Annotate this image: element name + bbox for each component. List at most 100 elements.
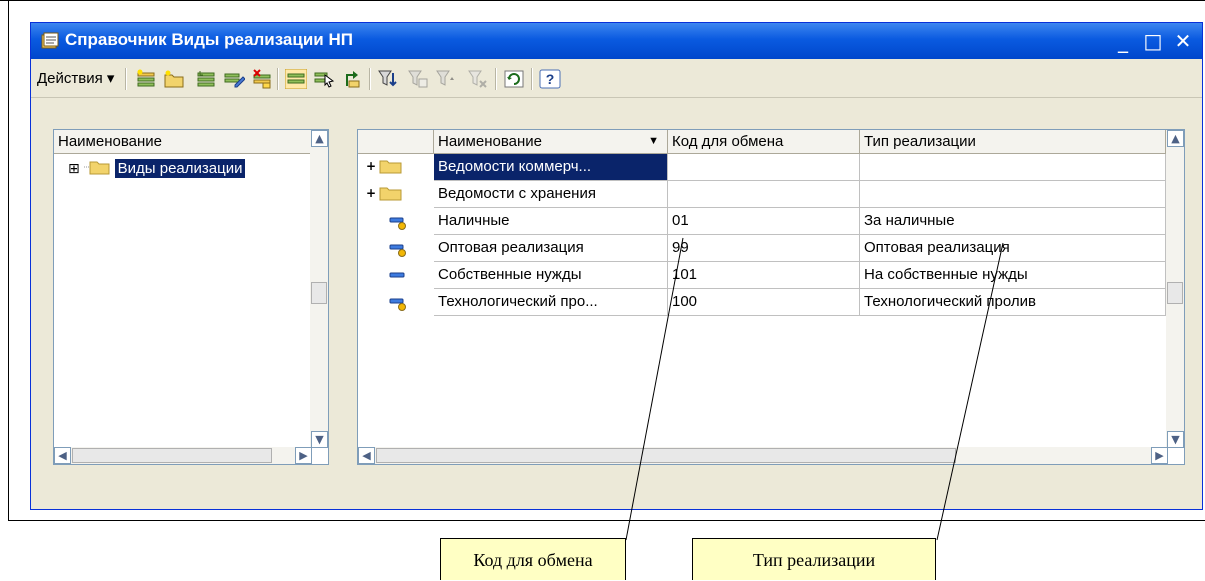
- svg-text:?: ?: [546, 71, 555, 87]
- row-icon-cell: [358, 208, 434, 235]
- scroll-up-icon[interactable]: ▲: [1167, 130, 1184, 147]
- cell-name[interactable]: Наличные: [434, 208, 668, 235]
- scroll-thumb[interactable]: [1167, 282, 1183, 304]
- minimize-icon[interactable]: _: [1110, 28, 1136, 54]
- tree-horizontal-scrollbar[interactable]: ◀ ▶: [54, 447, 312, 464]
- title-bar[interactable]: Справочник Виды реализации НП _ □ ✕: [31, 23, 1202, 59]
- scroll-thumb[interactable]: [311, 282, 327, 304]
- scroll-down-icon[interactable]: ▼: [311, 431, 328, 448]
- help-icon[interactable]: ?: [539, 69, 561, 89]
- row-icon-cell: +: [358, 181, 434, 208]
- toolbar-separator: [125, 68, 127, 90]
- row-icon-cell: [358, 235, 434, 262]
- scroll-down-icon[interactable]: ▼: [1167, 431, 1184, 448]
- tree-panel: Наименование ⊞ Виды реализации ▲ ▼ ◀ ▶: [53, 129, 329, 465]
- cell-type[interactable]: [860, 154, 1166, 181]
- item-icon: [389, 244, 406, 257]
- table-row[interactable]: Технологический про... 100 Технологический…: [358, 289, 1168, 316]
- cell-code[interactable]: 101: [668, 262, 860, 289]
- column-header-label: Наименование: [438, 133, 542, 150]
- row-icon-cell: [358, 289, 434, 316]
- svg-text:+: +: [366, 186, 376, 200]
- cell-type[interactable]: Технологический пролив: [860, 289, 1166, 316]
- close-icon[interactable]: ✕: [1170, 28, 1196, 54]
- item-dash-icon: [389, 272, 405, 278]
- column-header-name[interactable]: Наименование ▼: [434, 130, 668, 154]
- toolbar-separator: [369, 68, 371, 90]
- cell-name[interactable]: Ведомости коммерч...: [434, 154, 668, 181]
- cell-code[interactable]: [668, 181, 860, 208]
- scroll-left-icon[interactable]: ◀: [358, 447, 375, 464]
- maximize-icon[interactable]: □: [1140, 28, 1166, 54]
- toolbar-separator: [277, 68, 279, 90]
- scroll-thumb[interactable]: [376, 448, 956, 463]
- tree-header[interactable]: Наименование: [54, 130, 312, 154]
- scroll-thumb[interactable]: [72, 448, 272, 463]
- cell-name[interactable]: Технологический про...: [434, 289, 668, 316]
- scroll-up-icon[interactable]: ▲: [311, 130, 328, 147]
- expand-icon[interactable]: ⊞: [68, 161, 80, 177]
- folder-icon: [84, 161, 110, 175]
- copy-icon[interactable]: [195, 69, 217, 89]
- cell-type[interactable]: Оптовая реализация: [860, 235, 1166, 262]
- cell-name[interactable]: Собственные нужды: [434, 262, 668, 289]
- tree-item-root[interactable]: ⊞ Виды реализации: [68, 158, 246, 180]
- row-icon-cell: +: [358, 154, 434, 181]
- toolbar-separator: [531, 68, 533, 90]
- list-horizontal-scrollbar[interactable]: ◀ ▶: [358, 447, 1168, 464]
- toolbar: Действия ▾ ?: [31, 61, 1202, 98]
- cell-type[interactable]: На собственные нужды: [860, 262, 1166, 289]
- column-header-code[interactable]: Код для обмена: [668, 130, 860, 154]
- table-row[interactable]: + Ведомости коммерч...: [358, 154, 1168, 181]
- actions-menu-button[interactable]: Действия ▾: [37, 66, 114, 92]
- cell-type[interactable]: За наличные: [860, 208, 1166, 235]
- add-folder-icon[interactable]: [163, 69, 185, 89]
- table-row[interactable]: Оптовая реализация 99 Оптовая реализация: [358, 235, 1168, 262]
- toolbar-separator: [495, 68, 497, 90]
- list-panel: Наименование ▼ Код для обмена Тип реализ…: [357, 129, 1185, 465]
- scroll-right-icon[interactable]: ▶: [1151, 447, 1168, 464]
- figure-frame-top: [0, 0, 1205, 1]
- cell-name[interactable]: Ведомости с хранения: [434, 181, 668, 208]
- filter-history-icon[interactable]: [435, 69, 457, 89]
- delete-mark-icon[interactable]: [251, 69, 273, 89]
- svg-text:+: +: [366, 159, 376, 173]
- catalog-icon: [41, 32, 59, 49]
- catalog-window: Справочник Виды реализации НП _ □ ✕ Дейс…: [30, 22, 1203, 510]
- scroll-left-icon[interactable]: ◀: [54, 447, 71, 464]
- scroll-right-icon[interactable]: ▶: [295, 447, 312, 464]
- select-icon[interactable]: [313, 69, 335, 89]
- hierarchy-icon[interactable]: [285, 69, 307, 89]
- table-row[interactable]: Собственные нужды 101 На собственные нужды: [358, 262, 1168, 289]
- add-icon[interactable]: [135, 69, 157, 89]
- cell-code[interactable]: 99: [668, 235, 860, 262]
- cell-code[interactable]: [668, 154, 860, 181]
- cell-code[interactable]: 01: [668, 208, 860, 235]
- table-row[interactable]: + Ведомости с хранения: [358, 181, 1168, 208]
- figure-frame-bottom: [8, 520, 1205, 521]
- column-header-type[interactable]: Тип реализации: [860, 130, 1166, 154]
- row-icon-cell: [358, 262, 434, 289]
- item-icon: [389, 298, 406, 311]
- folder-icon: +: [366, 159, 402, 174]
- cell-name[interactable]: Оптовая реализация: [434, 235, 668, 262]
- list-vertical-scrollbar[interactable]: ▲ ▼: [1166, 130, 1184, 448]
- cell-type[interactable]: [860, 181, 1166, 208]
- folder-icon: +: [366, 186, 402, 201]
- filter-icon[interactable]: [377, 69, 399, 89]
- clear-filter-icon[interactable]: [467, 69, 489, 89]
- filter-by-value-icon[interactable]: [407, 69, 429, 89]
- sort-desc-icon: ▼: [648, 135, 659, 147]
- item-icon: [389, 217, 406, 230]
- figure-frame-left: [8, 0, 9, 521]
- cell-code[interactable]: 100: [668, 289, 860, 316]
- callout-code-for-exchange: Код для обмена: [440, 538, 626, 580]
- tree-vertical-scrollbar[interactable]: ▲ ▼: [310, 130, 328, 448]
- window-title: Справочник Виды реализации НП: [65, 30, 353, 49]
- refresh-icon[interactable]: [503, 69, 525, 89]
- edit-icon[interactable]: [223, 69, 245, 89]
- icon-column-header[interactable]: [358, 130, 434, 154]
- up-level-icon[interactable]: [341, 69, 363, 89]
- table-row[interactable]: Наличные 01 За наличные: [358, 208, 1168, 235]
- tree-item-label: Виды реализации: [114, 159, 246, 178]
